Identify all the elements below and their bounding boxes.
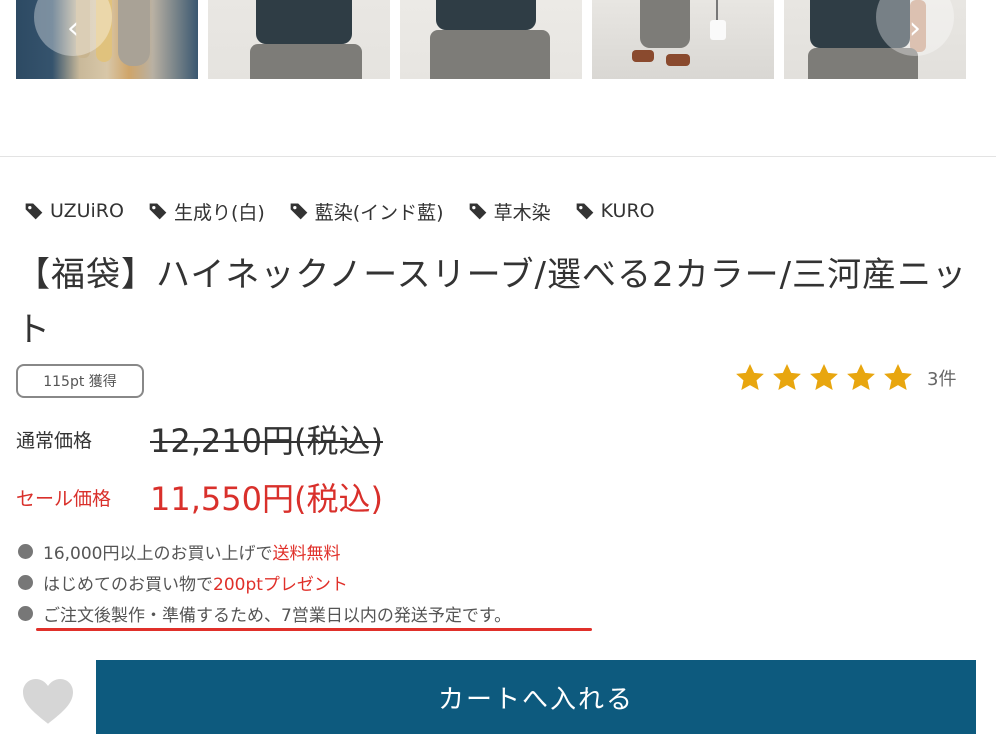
sale-price-value: 11,550円(税込) xyxy=(150,480,383,518)
tag-link[interactable]: 草木染 xyxy=(468,198,551,225)
star-icon xyxy=(736,364,764,390)
image-gallery: ‹ › xyxy=(0,0,996,80)
tag-list: UZUiRO 生成り(白) 藍染(インド藍) 草木染 KURO xyxy=(24,196,679,226)
product-title: 【福袋】ハイネックノースリーブ/選べる2カラー/三河産ニット xyxy=(16,255,968,350)
tag-link[interactable]: KURO xyxy=(575,200,655,222)
section-divider xyxy=(0,156,996,157)
chevron-right-icon: › xyxy=(909,10,921,46)
note-item: 16,000円以上のお買い上げで 送料無料 xyxy=(18,536,511,567)
regular-price-row: 通常価格 12,210円(税込) xyxy=(16,416,383,462)
product-thumbnail[interactable] xyxy=(400,0,582,79)
sale-price-label: セール価格 xyxy=(16,487,112,510)
tag-label: 草木染 xyxy=(493,201,551,224)
tag-icon xyxy=(149,203,167,220)
favorite-button[interactable] xyxy=(18,672,78,730)
tag-link[interactable]: UZUiRO xyxy=(24,200,124,222)
star-icon xyxy=(847,364,875,390)
note-highlight: 送料無料 xyxy=(272,544,341,564)
note-highlight: 200ptプレゼント xyxy=(213,575,348,595)
star-icon xyxy=(773,364,801,390)
tag-label: 藍染(インド藍) xyxy=(314,201,444,224)
note-text: ご注文後製作・準備するため、7営業日以内の発送予定です。 xyxy=(43,606,512,626)
tag-link[interactable]: 藍染(インド藍) xyxy=(289,198,444,225)
tag-link[interactable]: 生成り(白) xyxy=(148,198,265,225)
heart-icon xyxy=(23,678,73,724)
star-icon xyxy=(810,364,838,390)
shipping-notes: 16,000円以上のお買い上げで 送料無料 はじめてのお買い物で 200ptプレゼン… xyxy=(18,536,511,629)
add-to-cart-button[interactable]: カートへ入れる xyxy=(96,660,976,734)
tag-icon xyxy=(290,203,308,220)
star-icon xyxy=(884,364,912,390)
tag-label: 生成り(白) xyxy=(173,201,265,224)
review-count[interactable]: 3件 xyxy=(927,365,956,391)
note-text: 16,000円以上のお買い上げで xyxy=(43,544,273,564)
sale-price-row: セール価格 11,550円(税込) xyxy=(16,474,383,520)
product-thumbnail[interactable] xyxy=(208,0,390,79)
regular-price-label: 通常価格 xyxy=(16,429,93,452)
note-item: ご注文後製作・準備するため、7営業日以内の発送予定です。 xyxy=(18,598,511,629)
tag-label: KURO xyxy=(600,200,655,222)
bullet-icon xyxy=(18,544,33,559)
bullet-icon xyxy=(18,575,33,590)
note-item: はじめてのお買い物で 200ptプレゼント xyxy=(18,567,511,598)
highlight-underline xyxy=(36,628,592,631)
note-text: はじめてのお買い物で xyxy=(43,575,213,595)
tag-icon xyxy=(576,203,593,220)
bullet-icon xyxy=(18,606,33,621)
product-thumbnail[interactable] xyxy=(592,0,774,79)
chevron-left-icon: ‹ xyxy=(67,10,79,46)
tag-icon xyxy=(469,203,486,220)
tag-label: UZUiRO xyxy=(50,200,124,222)
regular-price-value: 12,210円(税込) xyxy=(150,422,383,460)
product-rating[interactable]: 3件 xyxy=(734,362,956,394)
tag-icon xyxy=(25,203,43,220)
points-badge: 115pt 獲得 xyxy=(16,364,144,398)
